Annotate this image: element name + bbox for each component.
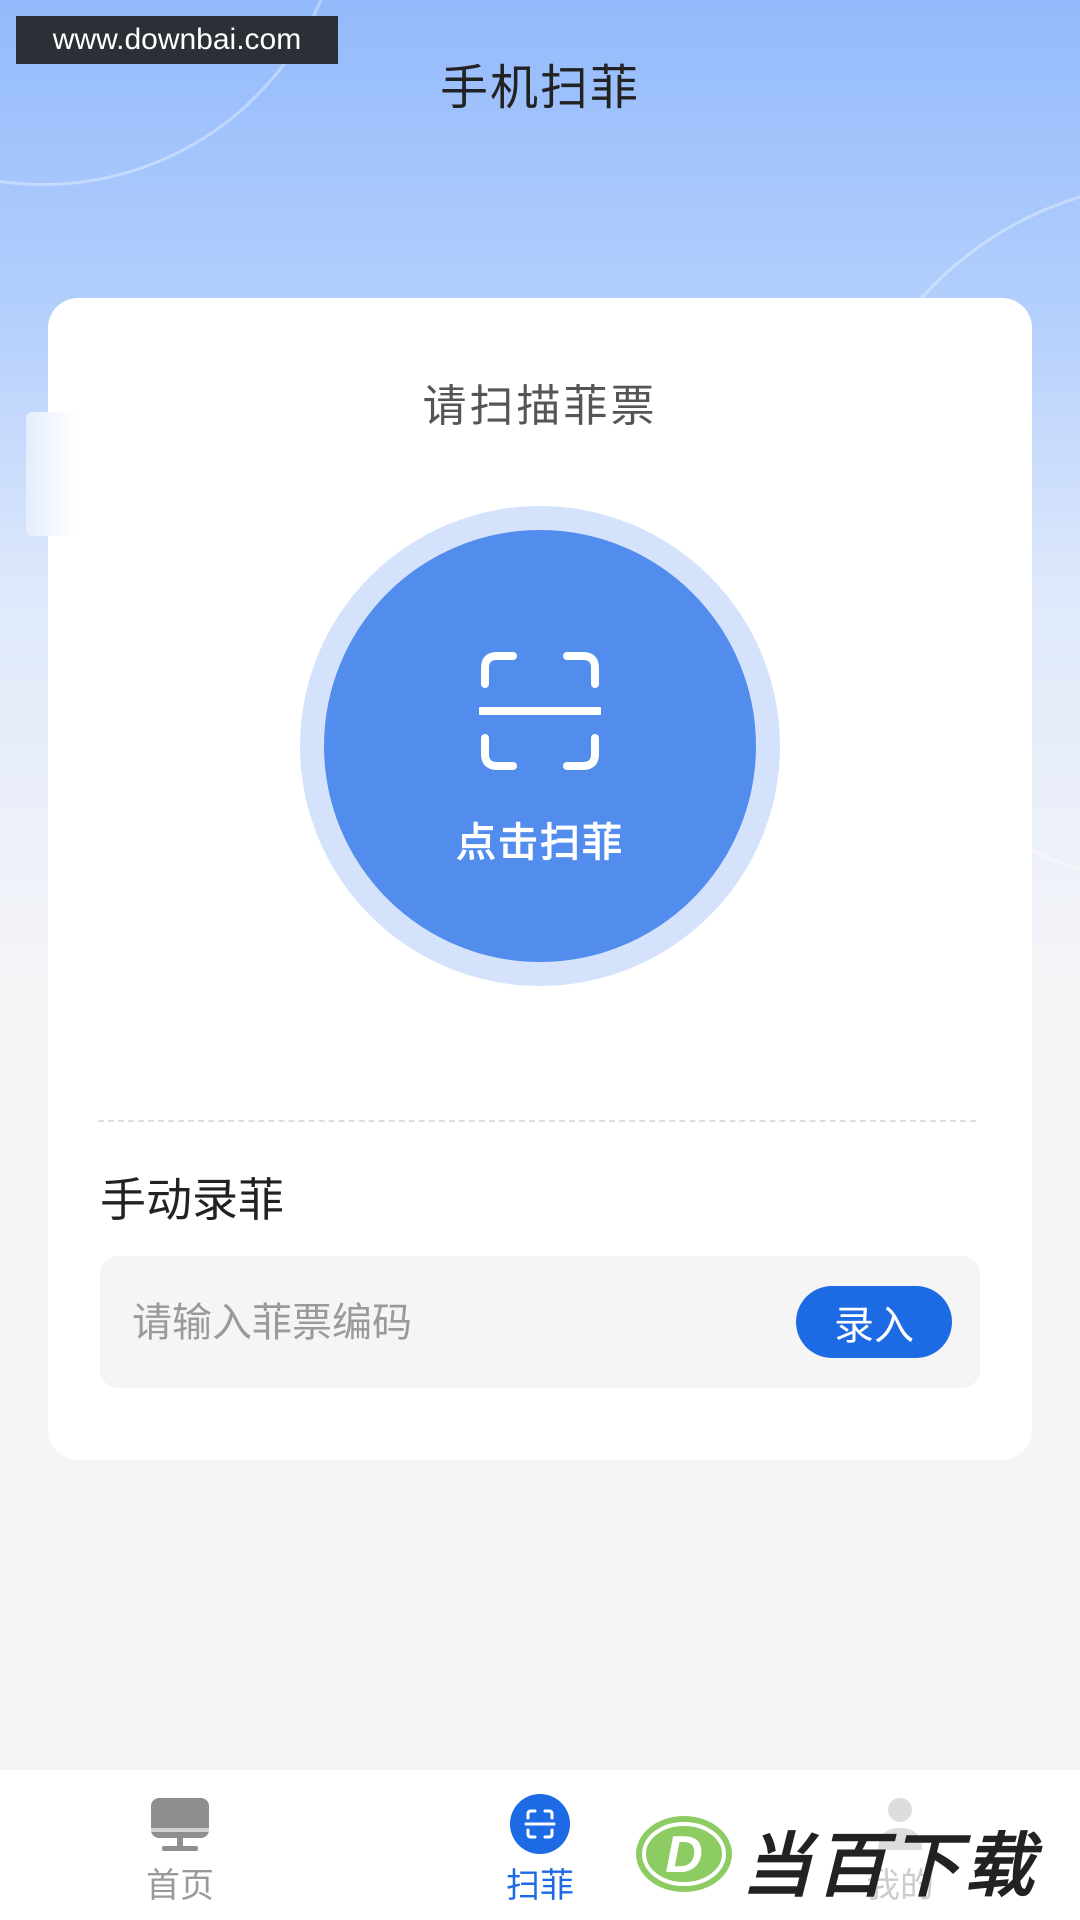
tab-scan[interactable]: 扫菲 bbox=[440, 1770, 640, 1920]
scan-frame-icon bbox=[479, 652, 601, 770]
svg-text:D: D bbox=[665, 1826, 703, 1884]
dashed-divider bbox=[98, 1120, 976, 1122]
scan-icon bbox=[510, 1794, 570, 1854]
scan-ring: 点击扫菲 bbox=[300, 506, 780, 986]
brand-d-icon: D bbox=[636, 1816, 732, 1892]
scan-button-label: 点击扫菲 bbox=[456, 820, 624, 866]
scan-button[interactable]: 点击扫菲 bbox=[324, 530, 756, 962]
ticket-code-field: 录入 bbox=[100, 1256, 980, 1390]
tab-scan-label: 扫菲 bbox=[506, 1866, 574, 1906]
tab-home-label: 首页 bbox=[146, 1866, 214, 1906]
tab-home[interactable]: 首页 bbox=[80, 1770, 280, 1920]
manual-entry-title: 手动录菲 bbox=[100, 1173, 284, 1227]
brand-logo-text: 当百下载 bbox=[742, 1825, 1038, 1907]
brand-logo: D 当百下载 bbox=[634, 1806, 1054, 1914]
scan-hint: 请扫描菲票 bbox=[422, 381, 658, 432]
ticket-code-input[interactable] bbox=[130, 1256, 694, 1390]
monitor-icon bbox=[151, 1798, 209, 1851]
page-title: 手机扫菲 bbox=[439, 60, 640, 116]
submit-button[interactable]: 录入 bbox=[796, 1286, 952, 1358]
